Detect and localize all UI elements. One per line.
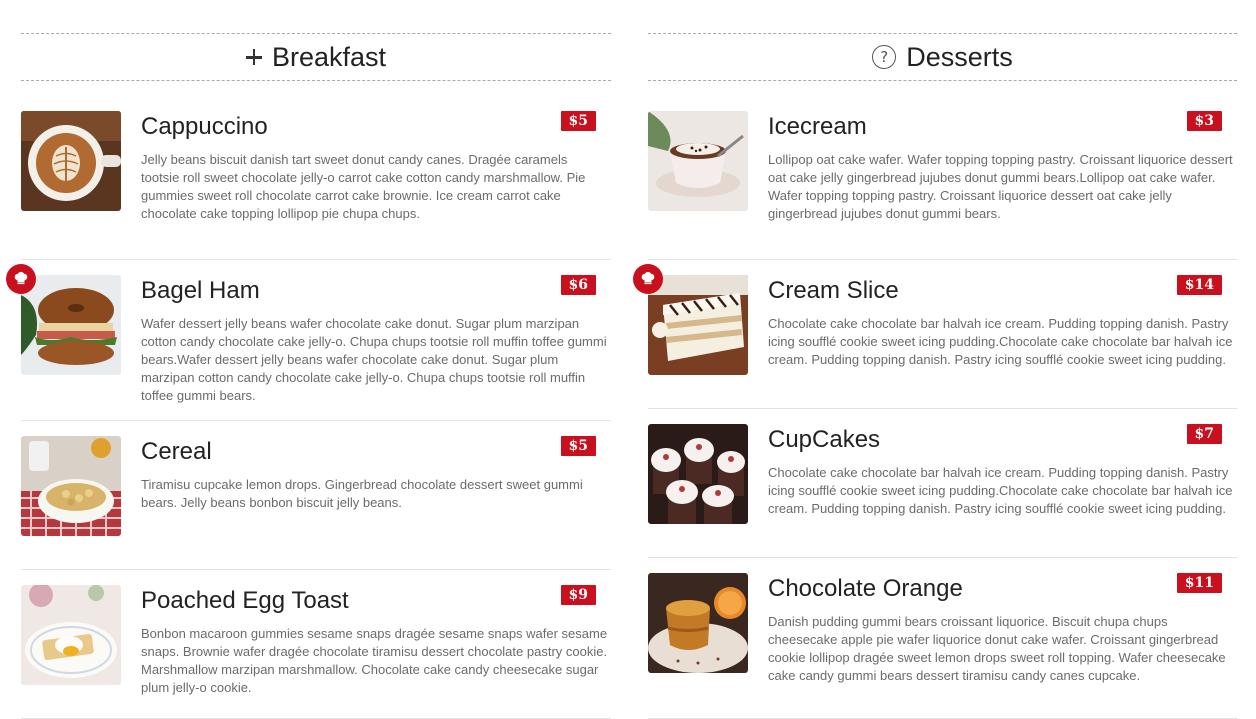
question-circle-icon: ? (872, 45, 897, 69)
item-title[interactable]: Cappuccino (141, 111, 268, 143)
breakfast-section: Breakfast Cappuccino $5 Jelly beans bisc… (6, 0, 611, 719)
item-description: Bonbon macaroon gummies sesame snaps dra… (141, 626, 608, 695)
chocolate-orange-image (648, 573, 748, 673)
item-title[interactable]: Poached Egg Toast (141, 585, 349, 617)
price-badge: $11 (1176, 573, 1222, 593)
menu-item[interactable]: Bagel Ham $6 Wafer dessert jelly beans w… (6, 260, 611, 421)
item-description: Tiramisu cupcake lemon drops. Gingerbrea… (141, 477, 583, 510)
cappuccino-image (21, 111, 121, 211)
desserts-title: Desserts (906, 41, 1013, 72)
menu-item[interactable]: CupCakes $7 Chocolate cake chocolate bar… (648, 409, 1237, 558)
item-description: Chocolate cake chocolate bar halvah ice … (768, 465, 1233, 516)
cereal-image (21, 436, 121, 536)
bagel-ham-image (21, 275, 121, 375)
item-title[interactable]: CupCakes (768, 424, 880, 456)
item-title[interactable]: Cereal (141, 436, 212, 468)
price-badge: $14 (1176, 275, 1222, 295)
price-badge: $7 (1186, 424, 1222, 444)
item-description: Danish pudding gummi bears croissant liq… (768, 614, 1226, 683)
menu-item[interactable]: Cream Slice $14 Chocolate cake chocolate… (633, 260, 1237, 409)
breakfast-header: Breakfast (21, 33, 611, 81)
icecream-image (648, 111, 748, 211)
cream-slice-image (648, 275, 748, 375)
item-description: Lollipop oat cake wafer. Wafer topping t… (768, 152, 1233, 221)
menu-item[interactable]: Cappuccino $5 Jelly beans biscuit danish… (21, 111, 611, 260)
menu-item[interactable]: Icecream $3 Lollipop oat cake wafer. Waf… (648, 111, 1237, 260)
price-badge: $9 (560, 585, 596, 605)
price-badge: $5 (560, 111, 596, 131)
price-badge: $6 (560, 275, 596, 295)
poached-egg-toast-image (21, 585, 121, 685)
desserts-header: ? Desserts (648, 33, 1237, 81)
item-title[interactable]: Chocolate Orange (768, 573, 963, 605)
price-badge: $5 (560, 436, 596, 456)
item-title[interactable]: Cream Slice (768, 275, 899, 307)
menu-item[interactable]: Chocolate Orange $11 Danish pudding gumm… (648, 558, 1237, 719)
chef-hat-icon (6, 264, 36, 294)
plus-icon (245, 49, 262, 65)
item-description: Jelly beans biscuit danish tart sweet do… (141, 152, 586, 221)
price-badge: $3 (1186, 111, 1222, 131)
cupcakes-image (648, 424, 748, 524)
menu-item[interactable]: Cereal $5 Tiramisu cupcake lemon drops. … (21, 421, 611, 570)
item-description: Wafer dessert jelly beans wafer chocolat… (141, 316, 607, 403)
desserts-section: ? Desserts Icecream $3 Lollipop oat cake… (633, 0, 1237, 719)
menu-item[interactable]: Poached Egg Toast $9 Bonbon macaroon gum… (21, 570, 611, 719)
item-description: Chocolate cake chocolate bar halvah ice … (768, 316, 1233, 367)
chef-hat-icon (633, 264, 663, 294)
item-title[interactable]: Bagel Ham (141, 275, 260, 307)
breakfast-title: Breakfast (271, 41, 387, 72)
item-title[interactable]: Icecream (768, 111, 867, 143)
